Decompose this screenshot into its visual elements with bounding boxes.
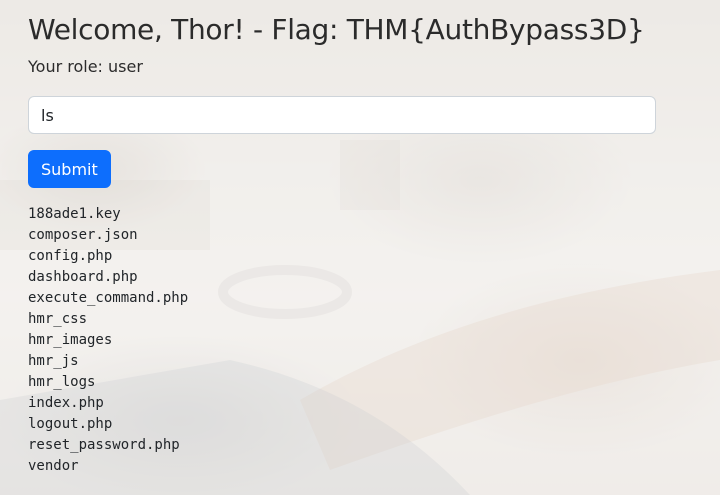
output-line: hmr_js (28, 353, 79, 369)
output-line: hmr_logs (28, 374, 96, 390)
command-output-list: 188ade1.key composer.json config.php das… (28, 204, 656, 477)
output-line: index.php (28, 395, 104, 411)
output-line: config.php (28, 248, 113, 264)
output-line: execute_command.php (28, 290, 189, 306)
welcome-heading: Welcome, Thor! - Flag: THM{AuthBypass3D} (28, 13, 645, 46)
main-content: Welcome, Thor! - Flag: THM{AuthBypass3D}… (28, 10, 656, 477)
output-line: dashboard.php (28, 269, 138, 285)
command-input[interactable] (28, 96, 656, 134)
user-role-text: Your role: user (28, 57, 143, 76)
output-line: composer.json (28, 227, 138, 243)
output-line: hmr_css (28, 311, 88, 327)
output-line: logout.php (28, 416, 113, 432)
output-line: vendor (28, 458, 79, 474)
output-line: reset_password.php (28, 437, 180, 453)
output-line: hmr_images (28, 332, 113, 348)
submit-button[interactable]: Submit (28, 150, 111, 188)
output-line: 188ade1.key (28, 206, 121, 222)
